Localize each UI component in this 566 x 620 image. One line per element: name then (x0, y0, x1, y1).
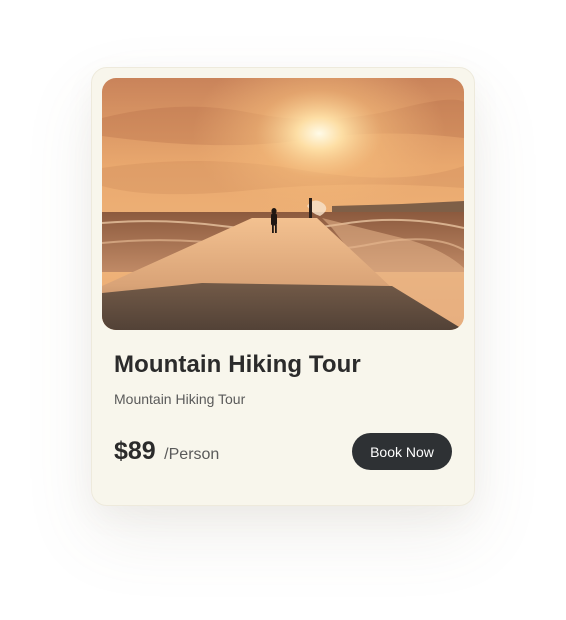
tour-subtitle: Mountain Hiking Tour (114, 391, 246, 407)
price-unit: /Person (164, 446, 220, 463)
page: Mountain Hiking Tour Mountain Hiking Tou… (0, 0, 566, 620)
price: $89 /Person (114, 437, 219, 466)
price-amount: $89 (114, 437, 156, 465)
tour-title: Mountain Hiking Tour (114, 351, 361, 378)
tour-card: Mountain Hiking Tour Mountain Hiking Tou… (91, 67, 475, 506)
tour-photo (102, 78, 464, 330)
book-now-button[interactable]: Book Now (352, 433, 452, 470)
